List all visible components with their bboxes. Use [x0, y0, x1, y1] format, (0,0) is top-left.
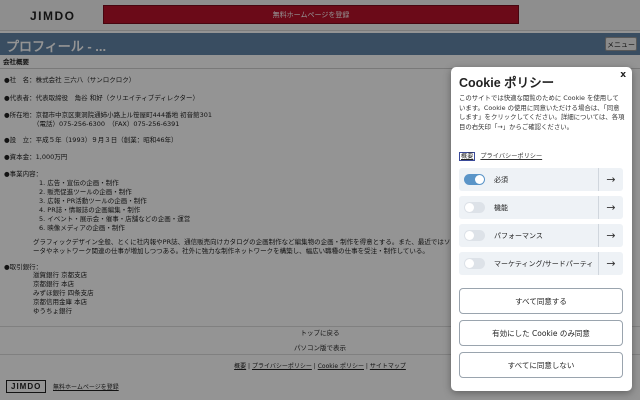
cookie-dialog-title: Cookie ポリシー: [459, 76, 555, 90]
category-label: マーケティング/サードパーティ: [494, 260, 594, 268]
cookie-description: このサイトでは快適な閲覧のために Cookie を使用しています。Cookie …: [459, 94, 625, 131]
cookie-dialog: x Cookie ポリシー このサイトでは快適な閲覧のために Cookie を使…: [451, 67, 632, 391]
accept-selected-button[interactable]: 有効にした Cookie のみ同意: [459, 320, 623, 346]
toggle-knob: [465, 203, 474, 212]
cookie-category-marketing: マーケティング/サードパーティ →: [459, 252, 623, 275]
toggle-switch-marketing[interactable]: [464, 258, 485, 269]
cookie-category-required: 必須 →: [459, 168, 623, 191]
toggle-knob: [475, 175, 484, 184]
toggle-switch-performance[interactable]: [464, 230, 485, 241]
category-label: パフォーマンス: [494, 232, 543, 240]
toggle-switch-functional[interactable]: [464, 202, 485, 213]
close-icon[interactable]: x: [620, 70, 626, 80]
cookie-overview-link[interactable]: 概要: [459, 152, 476, 161]
cookie-privacy-link[interactable]: プライバシーポリシー: [480, 153, 542, 160]
cookie-category-performance: パフォーマンス →: [459, 224, 623, 247]
toggle-knob: [465, 231, 474, 240]
arrow-right-icon[interactable]: →: [598, 252, 623, 275]
toggle-switch-required[interactable]: [464, 174, 485, 185]
arrow-right-icon[interactable]: →: [598, 168, 623, 191]
arrow-right-icon[interactable]: →: [598, 196, 623, 219]
toggle-knob: [465, 259, 474, 268]
category-label: 機能: [494, 204, 508, 212]
cookie-category-functional: 機能 →: [459, 196, 623, 219]
category-label: 必須: [494, 176, 508, 184]
accept-all-button[interactable]: すべて同意する: [459, 288, 623, 314]
cookie-links: 概要 プライバシーポリシー: [459, 151, 542, 161]
arrow-right-icon[interactable]: →: [598, 224, 623, 247]
reject-all-button[interactable]: すべてに同意しない: [459, 352, 623, 378]
